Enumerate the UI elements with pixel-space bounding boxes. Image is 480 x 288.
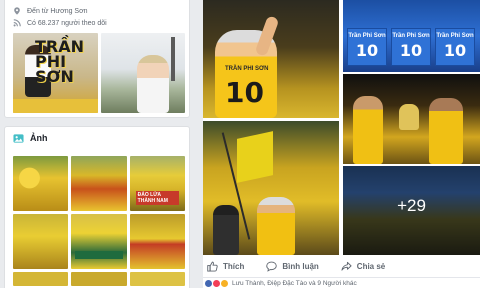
photos-title: Ảnh xyxy=(30,133,48,143)
rss-icon xyxy=(13,19,21,27)
portrait-man-figure xyxy=(136,55,169,113)
shirt-name: Trần Phi Sơn xyxy=(392,33,430,39)
post-card: TRẦN PHI SƠN 10 Trần Phi Sơn 10 Trần Phi… xyxy=(203,0,480,288)
shirt: Trần Phi Sơn 10 xyxy=(391,28,431,66)
photo-thumb[interactable] xyxy=(13,272,69,286)
reactions-summary[interactable]: Lưu Thành, Điệp Đặc Tào và 9 Người khác xyxy=(203,279,480,288)
player-figure xyxy=(353,96,383,164)
featured-photo-portrait[interactable] xyxy=(100,33,185,113)
photo-thumb[interactable]: ĐẢO LỬA THÀNH NAM xyxy=(129,156,185,211)
jersey-name: TRẦN PHI SƠN xyxy=(225,66,269,72)
trophy xyxy=(399,104,419,130)
photo-thumb[interactable] xyxy=(129,214,185,269)
followers-text: Có 68.237 người theo dõi xyxy=(27,19,107,27)
shirt-name: Trần Phi Sơn xyxy=(348,33,386,39)
photo-thumb[interactable] xyxy=(13,156,69,211)
comment-button[interactable]: Bình luận xyxy=(266,261,319,272)
photo-thumb[interactable] xyxy=(13,214,69,269)
shirt: Trần Phi Sơn 10 xyxy=(435,28,475,66)
shirt-name: Trần Phi Sơn xyxy=(436,33,474,39)
photos-card: Ảnh ĐẢO LỬA THÀNH NAM xyxy=(4,126,190,288)
post-photo-1[interactable]: TRẦN PHI SƠN 10 xyxy=(203,0,339,118)
share-button[interactable]: Chia sẻ xyxy=(341,261,385,272)
featured-photo-poster[interactable]: TRẦN PHI SƠN xyxy=(13,33,98,113)
love-reaction-icon xyxy=(213,280,220,287)
player-figure xyxy=(257,197,295,255)
wow-reaction-icon xyxy=(221,280,228,287)
post-photo-4[interactable] xyxy=(203,121,339,255)
photo-caption: ĐẢO LỬA THÀNH NAM xyxy=(135,191,179,205)
shirt-number: 10 xyxy=(399,41,423,60)
more-photos-count: +29 xyxy=(397,196,426,215)
photo-thumb[interactable] xyxy=(71,214,127,269)
photo-thumb[interactable] xyxy=(129,272,185,286)
photos-header[interactable]: Ảnh xyxy=(5,127,189,149)
info-row-followers: Có 68.237 người theo dõi xyxy=(5,17,189,29)
reactions-text: Lưu Thành, Điệp Đặc Tào và 9 Người khác xyxy=(232,280,357,287)
comment-label: Bình luận xyxy=(282,262,319,271)
photos-icon xyxy=(13,133,24,144)
shirt: Trần Phi Sơn 10 xyxy=(347,28,387,66)
photo-thumb[interactable] xyxy=(71,272,127,286)
facebook-page: Đến từ Hương Sơn Có 68.237 người theo dõ… xyxy=(0,0,480,288)
post-photo-5-more[interactable]: +29 xyxy=(343,166,480,255)
post-photo-3[interactable] xyxy=(343,74,480,164)
like-label: Thích xyxy=(223,262,245,271)
featured-photos: TRẦN PHI SƠN xyxy=(13,33,185,113)
jersey-number: 10 xyxy=(225,76,264,109)
post-photo-2[interactable]: Trần Phi Sơn 10 Trần Phi Sơn 10 Trần Phi… xyxy=(343,0,480,72)
player-figure xyxy=(429,98,463,164)
portrait-tower xyxy=(171,37,175,81)
photo-thumb[interactable] xyxy=(71,156,127,211)
share-icon xyxy=(341,261,352,272)
photos-grid: ĐẢO LỬA THÀNH NAM xyxy=(13,156,185,286)
left-column: Đến từ Hương Sơn Có 68.237 người theo dõ… xyxy=(0,0,193,288)
thumbs-up-icon xyxy=(207,261,218,272)
hometown-text: Đến từ Hương Sơn xyxy=(27,7,88,15)
shirt-number: 10 xyxy=(355,41,379,60)
shirt-number: 10 xyxy=(443,41,467,60)
poster-band xyxy=(13,99,98,113)
guard-figure xyxy=(213,205,239,255)
share-label: Chia sẻ xyxy=(356,262,386,271)
photo-banner xyxy=(75,251,123,259)
comment-icon xyxy=(266,261,278,272)
info-row-hometown: Đến từ Hương Sơn xyxy=(5,5,189,17)
yellow-flag xyxy=(237,131,273,183)
intro-card: Đến từ Hương Sơn Có 68.237 người theo dõ… xyxy=(4,0,190,118)
poster-text: TRẦN PHI SƠN xyxy=(35,37,85,86)
like-reaction-icon xyxy=(205,280,212,287)
checkin-icon xyxy=(13,7,21,15)
like-button[interactable]: Thích xyxy=(207,261,244,272)
post-actions: Thích Bình luận Chia sẻ xyxy=(203,256,480,278)
